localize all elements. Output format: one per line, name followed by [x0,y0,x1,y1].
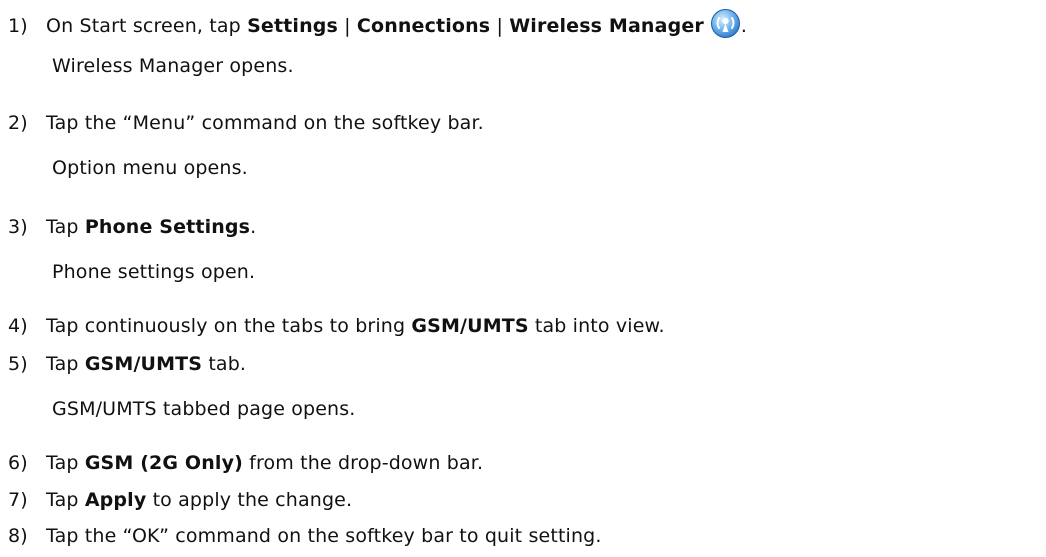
step-2: 2) Tap the “Menu” command on the softkey … [0,111,484,135]
step-number: 6) [8,452,28,474]
step-text-part: Connections [356,15,491,37]
step-text-part: GSM/UMTS [84,353,203,375]
step-text-part: Tap the “OK” command on the softkey bar … [46,525,602,547]
step-text-part: Tap [46,489,85,511]
step-8: 8) Tap the “OK” command on the softkey ba… [0,524,602,548]
step-5-result: GSM/UMTS tabbed page opens. [52,398,356,420]
step-number: 3) [8,216,28,238]
step-text-part: Settings [247,15,338,37]
instruction-document: 1) On Start screen, tap Settings | Connec… [0,0,1046,557]
step-5: 5) Tap GSM/UMTS tab. [0,352,246,376]
step-1: 1) On Start screen, tap Settings | Connec… [0,8,747,39]
step-number: 7) [8,489,28,511]
step-text-part: to apply the change. [146,489,353,511]
step-text-part: Apply [84,489,147,511]
step-3: 3) Tap Phone Settings. [0,215,256,239]
step-2-result: Option menu opens. [52,157,248,179]
step-text-part: Tap [46,216,85,238]
step-text-part: | [490,15,510,37]
step-number: 4) [8,315,28,337]
step-text-part: Tap continuously on the tabs to bring [46,315,412,337]
step-text-part: Wireless Manager [509,15,704,37]
step-text-part: . [250,216,257,238]
step-text-part: tab. [202,353,247,375]
step-3-result: Phone settings open. [52,261,256,283]
step-text-part: GSM/UMTS [411,315,529,337]
step-number: 8) [8,525,28,547]
step-text-part: Tap the “Menu” command on the softkey ba… [46,112,484,134]
step-7: 7) Tap Apply to apply the change. [0,488,352,512]
step-text-part: | [337,15,357,37]
step-text-part: Tap [46,353,85,375]
wireless-manager-icon [710,8,741,39]
step-text-part: GSM (2G Only) [84,452,243,474]
step-text-part: Phone Settings [84,216,251,238]
step-text-part: from the drop-down bar. [242,452,484,474]
step-text-part: Tap [46,452,85,474]
step-number: 5) [8,353,28,375]
step-text-part: On Start screen, tap [46,15,248,37]
step-text-part: . [740,15,748,37]
step-number: 1) [8,15,28,37]
step-number: 2) [8,112,28,134]
step-1-result: Wireless Manager opens. [52,55,294,77]
step-6: 6) Tap GSM (2G Only) from the drop-down b… [0,451,483,475]
step-text-part: tab into view. [528,315,665,337]
step-4: 4) Tap continuously on the tabs to bring … [0,314,665,338]
